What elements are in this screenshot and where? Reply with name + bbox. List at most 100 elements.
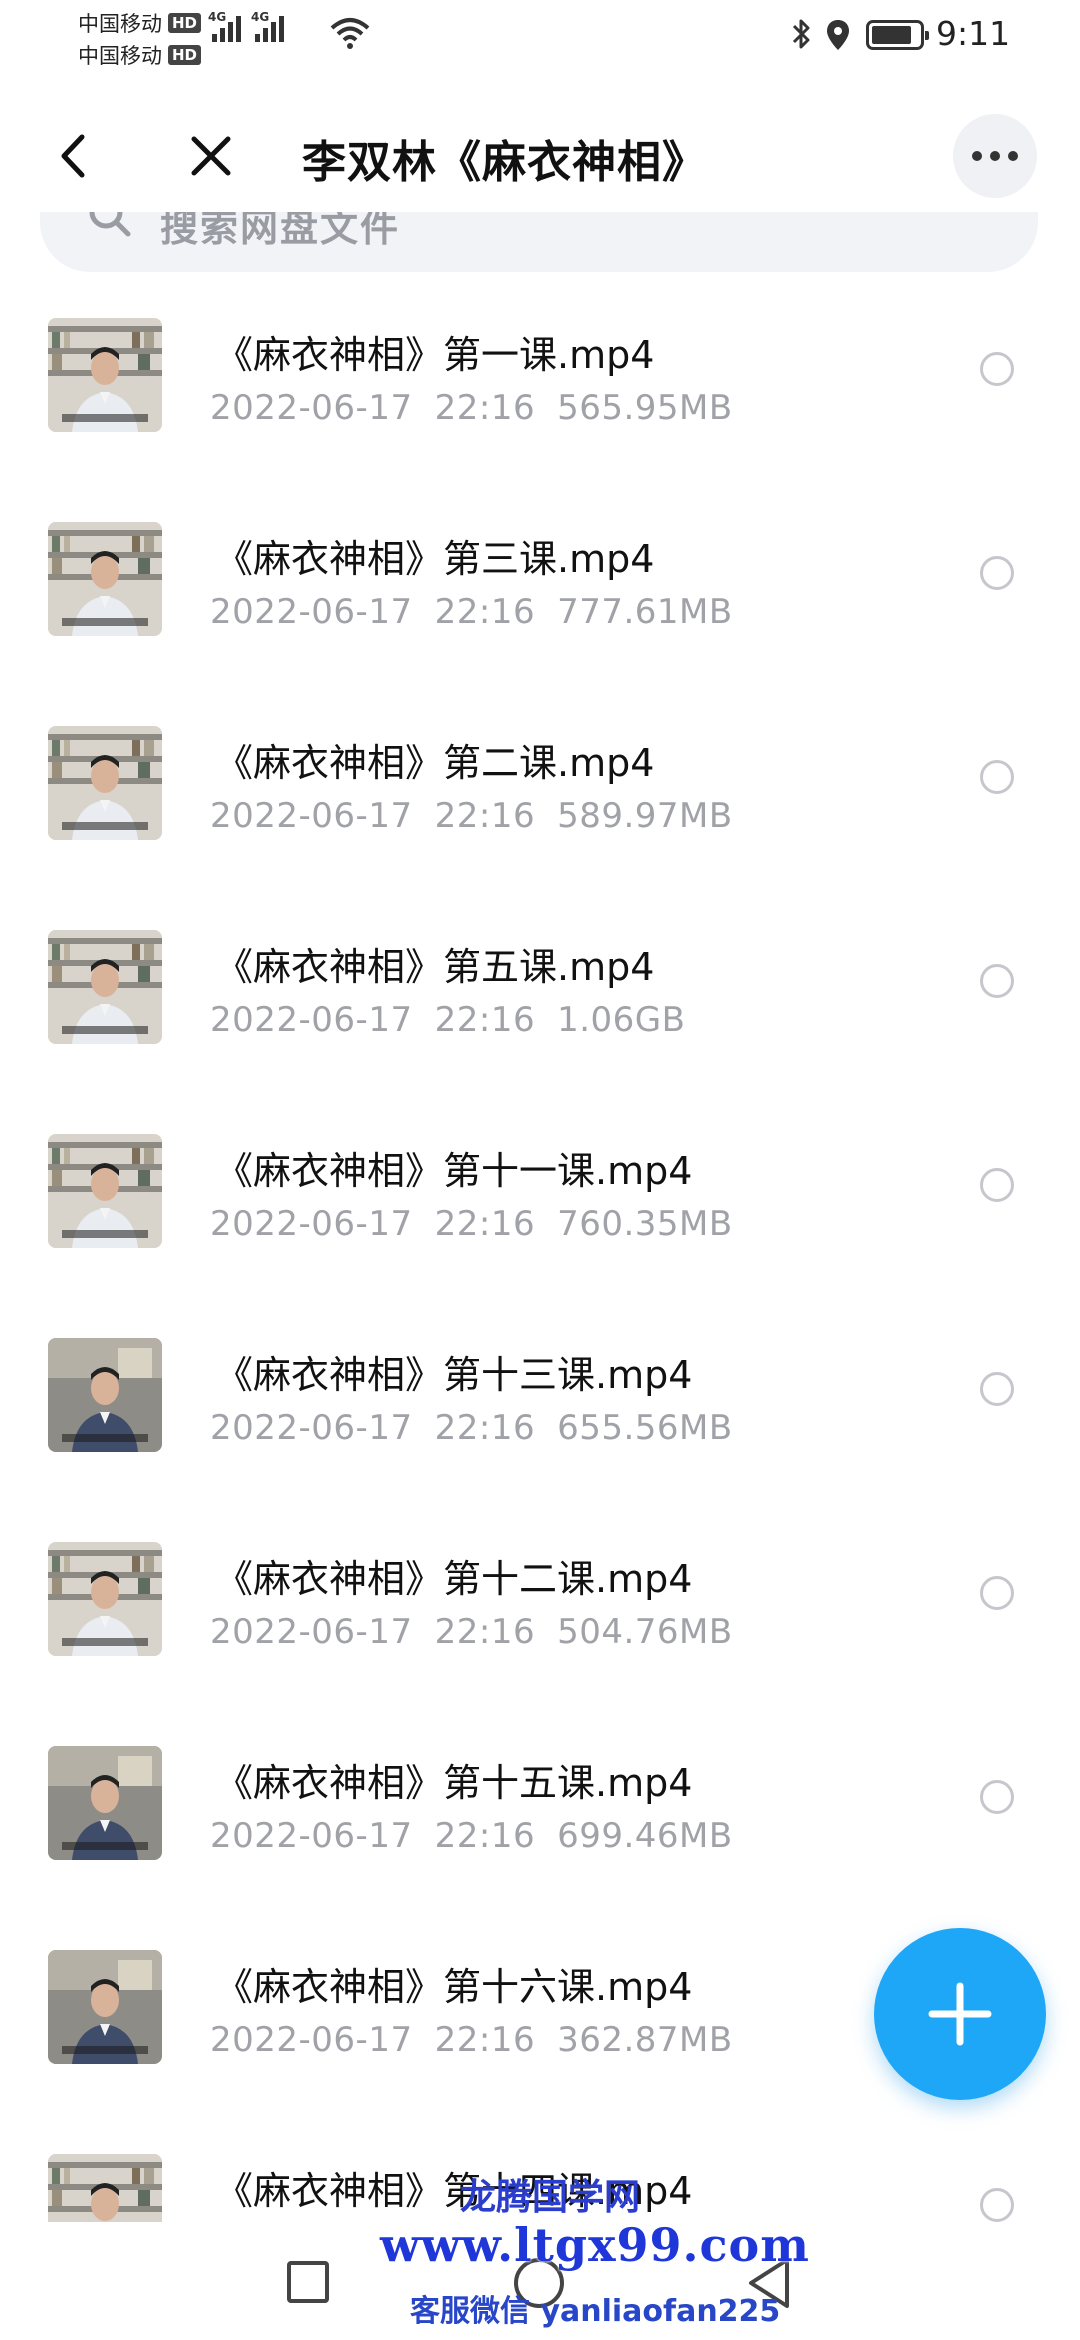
screen: 中国移动 HD 中国移动 HD 4G 4G 9:11 李双林《麻衣神相》 搜索网…	[0, 0, 1080, 2340]
status-bar: 中国移动 HD 中国移动 HD 4G 4G 9:11	[0, 0, 1080, 80]
close-button[interactable]	[183, 128, 239, 184]
carrier-2-label: 中国移动	[78, 44, 162, 68]
select-radio[interactable]	[980, 1168, 1014, 1202]
search-input[interactable]: 搜索网盘文件	[40, 212, 1038, 272]
file-size: 655.56MB	[557, 1408, 733, 1448]
file-meta: 2022-06-17 22:16 565.95MB	[210, 388, 733, 428]
plus-icon	[928, 1982, 992, 2046]
file-size: 699.46MB	[557, 1816, 733, 1856]
file-size: 504.76MB	[557, 1612, 733, 1652]
file-meta: 2022-06-17 22:16 655.56MB	[210, 1408, 733, 1448]
file-size: 760.35MB	[557, 1204, 733, 1244]
file-item[interactable]: 《麻衣神相》第三课.mp4 2022-06-17 22:16 777.61MB	[0, 486, 1080, 690]
search-placeholder: 搜索网盘文件	[160, 212, 401, 250]
file-time: 22:16	[434, 796, 536, 836]
file-date: 2022-06-17	[210, 1000, 413, 1040]
file-size: 362.87MB	[557, 2020, 733, 2060]
file-name: 《麻衣神相》第五课.mp4	[215, 945, 655, 989]
video-thumbnail	[48, 1338, 162, 1452]
watermark-contact: 客服微信 yanliaofan225	[410, 2294, 781, 2329]
bluetooth-icon	[792, 19, 810, 49]
file-size: 589.97MB	[557, 796, 733, 836]
top-app-bar: 李双林《麻衣神相》	[0, 100, 1080, 210]
select-radio[interactable]	[980, 556, 1014, 590]
search-bar-container: 搜索网盘文件	[0, 212, 1080, 282]
file-date: 2022-06-17	[210, 1612, 413, 1652]
location-icon	[827, 20, 849, 50]
carrier-1-label: 中国移动	[78, 12, 162, 36]
wifi-icon	[330, 18, 370, 49]
file-date: 2022-06-17	[210, 796, 413, 836]
select-radio[interactable]	[980, 1780, 1014, 1814]
hd-badge-2: HD	[168, 45, 202, 65]
file-meta: 2022-06-17 22:16 760.35MB	[210, 1204, 733, 1244]
file-size: 777.61MB	[557, 592, 733, 632]
select-radio[interactable]	[980, 964, 1014, 998]
file-meta: 2022-06-17 22:16 777.61MB	[210, 592, 733, 632]
file-item[interactable]: 《麻衣神相》第十一课.mp4 2022-06-17 22:16 760.35MB	[0, 1098, 1080, 1302]
file-name: 《麻衣神相》第十六课.mp4	[215, 1965, 693, 2009]
signal-1-icon: 4G	[208, 10, 241, 42]
network-type-2: 4G	[251, 10, 270, 24]
select-radio[interactable]	[980, 760, 1014, 794]
file-meta: 2022-06-17 22:16 699.46MB	[210, 1816, 733, 1856]
file-name: 《麻衣神相》第十五课.mp4	[215, 1761, 693, 1805]
select-radio[interactable]	[980, 1576, 1014, 1610]
file-date: 2022-06-17	[210, 1408, 413, 1448]
file-item[interactable]: 《麻衣神相》第二课.mp4 2022-06-17 22:16 589.97MB	[0, 690, 1080, 894]
file-item[interactable]: 《麻衣神相》第五课.mp4 2022-06-17 22:16 1.06GB	[0, 894, 1080, 1098]
file-time: 22:16	[434, 1816, 536, 1856]
file-date: 2022-06-17	[210, 2020, 413, 2060]
video-thumbnail	[48, 522, 162, 636]
file-item[interactable]: 《麻衣神相》第十二课.mp4 2022-06-17 22:16 504.76MB	[0, 1506, 1080, 1710]
add-button[interactable]	[874, 1928, 1046, 2100]
video-thumbnail	[48, 726, 162, 840]
file-date: 2022-06-17	[210, 388, 413, 428]
video-thumbnail	[48, 318, 162, 432]
file-meta: 2022-06-17 22:16 589.97MB	[210, 796, 733, 836]
chevron-left-icon	[61, 134, 85, 178]
file-date: 2022-06-17	[210, 1816, 413, 1856]
file-list: 《麻衣神相》第一课.mp4 2022-06-17 22:16 565.95MB 《麻衣神…	[0, 282, 1080, 2222]
file-meta: 2022-06-17 22:16 1.06GB	[210, 1000, 685, 1040]
video-thumbnail	[48, 2154, 162, 2222]
file-time: 22:16	[434, 1612, 536, 1652]
hd-badge-1: HD	[168, 13, 202, 33]
file-item[interactable]: 《麻衣神相》第十五课.mp4 2022-06-17 22:16 699.46MB	[0, 1710, 1080, 1914]
page-title: 李双林《麻衣神相》	[302, 137, 707, 188]
file-name: 《麻衣神相》第十一课.mp4	[215, 1149, 693, 1193]
file-meta: 2022-06-17 22:16 504.76MB	[210, 1612, 733, 1652]
file-time: 22:16	[434, 2020, 536, 2060]
network-type-1: 4G	[208, 10, 227, 24]
recents-button[interactable]	[287, 2261, 329, 2303]
select-radio[interactable]	[980, 2188, 1014, 2222]
video-thumbnail	[48, 930, 162, 1044]
file-name: 《麻衣神相》第二课.mp4	[215, 741, 655, 785]
file-item[interactable]: 《麻衣神相》第十三课.mp4 2022-06-17 22:16 655.56MB	[0, 1302, 1080, 1506]
video-thumbnail	[48, 1134, 162, 1248]
file-time: 22:16	[434, 1000, 536, 1040]
search-icon	[89, 212, 131, 237]
signal-2-icon: 4G	[251, 10, 284, 42]
back-button[interactable]	[48, 128, 98, 184]
file-time: 22:16	[434, 388, 536, 428]
carrier-2: 中国移动 HD	[78, 40, 202, 70]
more-button[interactable]	[953, 114, 1037, 198]
file-item[interactable]: 《麻衣神相》第一课.mp4 2022-06-17 22:16 565.95MB	[0, 282, 1080, 486]
file-date: 2022-06-17	[210, 1204, 413, 1244]
video-thumbnail	[48, 1542, 162, 1656]
file-time: 22:16	[434, 1408, 536, 1448]
file-name: 《麻衣神相》第一课.mp4	[215, 333, 655, 377]
select-radio[interactable]	[980, 352, 1014, 386]
more-icon	[972, 151, 982, 161]
file-name: 《麻衣神相》第三课.mp4	[215, 537, 655, 581]
select-radio[interactable]	[980, 1372, 1014, 1406]
video-thumbnail	[48, 1950, 162, 2064]
battery-icon	[866, 20, 929, 50]
file-size: 1.06GB	[557, 1000, 686, 1040]
signal-indicators: 4G 4G	[208, 10, 284, 42]
video-thumbnail	[48, 1746, 162, 1860]
file-size: 565.95MB	[557, 388, 733, 428]
watermark-url: www.ltgx99.com	[380, 2218, 810, 2272]
file-date: 2022-06-17	[210, 592, 413, 632]
